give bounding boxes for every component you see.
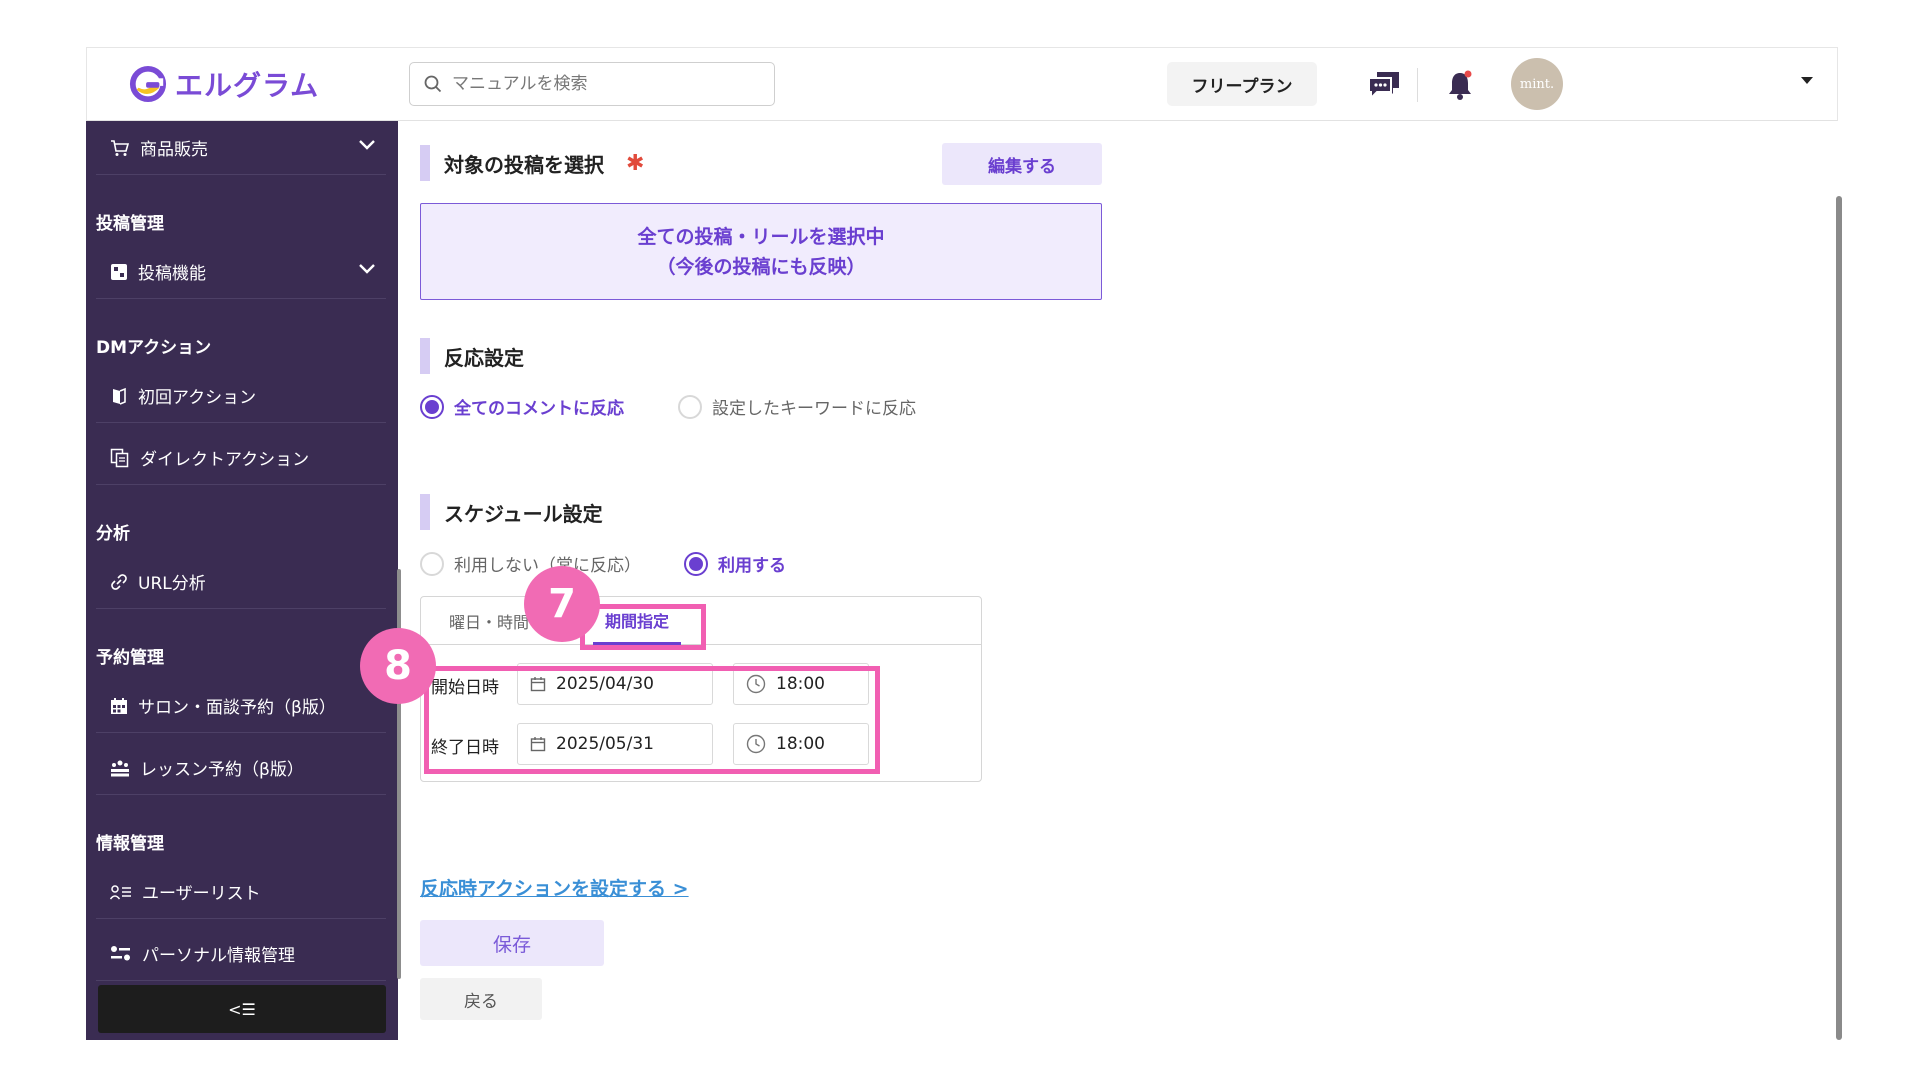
section-schedule: スケジュール設定 (420, 494, 603, 530)
sidebar: 商品販売 投稿管理 投稿機能 DMアクション 初回アクション ダイレクトアクショ… (86, 121, 401, 1040)
section-title: 反応設定 (444, 345, 524, 370)
calendar-icon (111, 697, 127, 714)
section-reaction: 反応設定 (420, 338, 524, 374)
sidebar-item-first-action[interactable]: 初回アクション (96, 369, 386, 423)
logo-icon (129, 65, 167, 103)
chevron-down-icon (359, 140, 375, 150)
radio-checked-icon[interactable] (684, 551, 708, 576)
group-icon (111, 760, 129, 776)
edit-button[interactable]: 編集する (942, 143, 1102, 185)
main-scrollbar[interactable] (1836, 196, 1842, 1040)
sidebar-item-direct-action[interactable]: ダイレクトアクション (96, 431, 386, 485)
section-accent-bar (420, 494, 430, 530)
set-reaction-action-link[interactable]: 反応時アクションを設定する > (420, 874, 689, 901)
sidebar-section-analytics: 分析 (96, 524, 130, 544)
cart-icon (111, 139, 130, 156)
section-accent-bar (420, 338, 430, 374)
bell-icon[interactable] (1441, 66, 1479, 104)
sidebar-section-info-management: 情報管理 (96, 834, 164, 854)
radio-checked-icon[interactable] (420, 394, 444, 419)
sidebar-item-label: サロン・面談予約（β版） (138, 698, 336, 718)
logo-text: エルグラム (175, 69, 320, 102)
required-icon: ✱ (626, 150, 645, 176)
sidebar-item-label: 商品販売 (140, 140, 208, 160)
sidebar-item-product-sales[interactable]: 商品販売 (96, 121, 386, 175)
radio-keyword[interactable]: 設定したキーワードに反応 (678, 394, 916, 419)
search-box[interactable] (409, 62, 775, 106)
radio-schedule-off[interactable]: 利用しない（常に反応） (420, 551, 641, 576)
radio-label: 設定したキーワードに反応 (712, 399, 916, 419)
annotation-badge-7: 7 (524, 566, 600, 642)
sidebar-section-dm-action: DMアクション (96, 338, 212, 358)
chevron-down-icon (359, 264, 375, 274)
search-icon (424, 75, 442, 93)
sidebar-item-label: 投稿機能 (138, 264, 206, 284)
section-title: 対象の投稿を選択 (444, 152, 604, 177)
selected-posts-box[interactable]: 全ての投稿・リールを選択中 （今後の投稿にも反映） (420, 203, 1102, 300)
settings-list-icon (111, 945, 130, 960)
section-accent-bar (420, 145, 430, 181)
sidebar-item-label: 初回アクション (138, 388, 257, 408)
selection-subtext: （今後の投稿にも反映） (656, 255, 866, 278)
plan-button[interactable]: フリープラン (1167, 62, 1317, 106)
radio-label: 利用する (718, 556, 786, 576)
annotation-highlight-8 (424, 666, 880, 774)
sidebar-section-reservation: 予約管理 (96, 648, 164, 668)
logo[interactable]: エルグラム (129, 64, 319, 104)
radio-schedule-on[interactable]: 利用する (684, 551, 786, 576)
search-input[interactable] (452, 74, 752, 94)
link-icon (111, 573, 127, 590)
sidebar-collapse-button[interactable]: <☰ (98, 985, 386, 1033)
app-header: エルグラム フリープラン mint. (86, 47, 1838, 121)
radio-all-comments[interactable]: 全てのコメントに反応 (420, 394, 624, 419)
sidebar-item-label: レッスン予約（β版） (140, 760, 304, 780)
header-divider (1417, 68, 1418, 102)
sidebar-item-url-analytics[interactable]: URL分析 (96, 555, 386, 609)
sidebar-item-personal-info[interactable]: パーソナル情報管理 (96, 927, 386, 981)
book-icon (113, 387, 126, 405)
chat-icon[interactable] (1365, 66, 1403, 104)
sidebar-item-label: ユーザーリスト (142, 884, 261, 904)
sidebar-item-user-list[interactable]: ユーザーリスト (96, 865, 386, 919)
sidebar-item-label: ダイレクトアクション (140, 450, 310, 470)
sidebar-item-lesson-reservation[interactable]: レッスン予約（β版） (96, 741, 386, 795)
radio-label: 全てのコメントに反応 (454, 399, 624, 419)
radio-unchecked-icon[interactable] (420, 551, 444, 576)
grid-icon (111, 263, 127, 280)
selection-text: 全ての投稿・リールを選択中 (637, 225, 885, 248)
chevron-down-icon[interactable] (1799, 74, 1815, 86)
annotation-badge-8: 8 (360, 628, 436, 704)
section-target-post: 対象の投稿を選択 ✱ (420, 145, 644, 181)
back-button[interactable]: 戻る (420, 978, 542, 1020)
radio-unchecked-icon[interactable] (678, 394, 702, 419)
tab-weekday-time[interactable]: 曜日・時間 (449, 597, 529, 645)
collapse-icon: <☰ (228, 999, 256, 1019)
save-button[interactable]: 保存 (420, 920, 604, 966)
sidebar-section-post-management: 投稿管理 (96, 214, 164, 234)
sidebar-item-label: パーソナル情報管理 (142, 946, 295, 966)
user-list-icon (110, 884, 131, 899)
copy-icon (110, 448, 129, 467)
sidebar-item-post-function[interactable]: 投稿機能 (96, 245, 386, 299)
sidebar-item-salon-reservation[interactable]: サロン・面談予約（β版） (96, 679, 386, 733)
avatar[interactable]: mint. (1511, 58, 1563, 110)
section-title: スケジュール設定 (444, 501, 603, 526)
sidebar-item-label: URL分析 (138, 574, 206, 594)
